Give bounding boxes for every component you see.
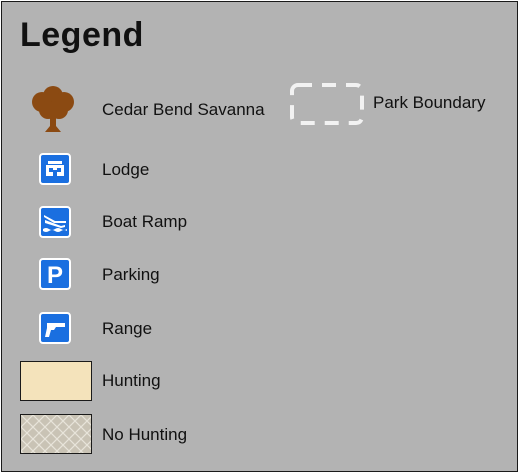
tree-icon [28, 82, 78, 139]
legend-label-range: Range [102, 319, 153, 338]
legend-label-park-boundary: Park Boundary [373, 93, 486, 112]
legend-label-parking: Parking [102, 265, 160, 284]
map-legend: Legend Cedar Bend Savanna Park Boundary [1, 1, 518, 472]
legend-label-savanna: Cedar Bend Savanna [102, 100, 265, 119]
legend-label-hunting: Hunting [102, 371, 161, 390]
legend-label-boat-ramp: Boat Ramp [102, 212, 188, 231]
no-hunting-swatch [20, 414, 92, 454]
parking-glyph: P [47, 262, 63, 288]
legend-label-no-hunting: No Hunting [102, 425, 188, 444]
legend-title: Legend [20, 16, 144, 54]
legend-label-lodge: Lodge [102, 160, 150, 179]
parking-icon: P [39, 258, 71, 290]
range-icon [39, 312, 71, 344]
lodge-icon [39, 153, 71, 185]
boat-ramp-icon [39, 206, 71, 238]
dashed-boundary-icon [289, 82, 367, 133]
hunting-swatch [20, 361, 92, 401]
